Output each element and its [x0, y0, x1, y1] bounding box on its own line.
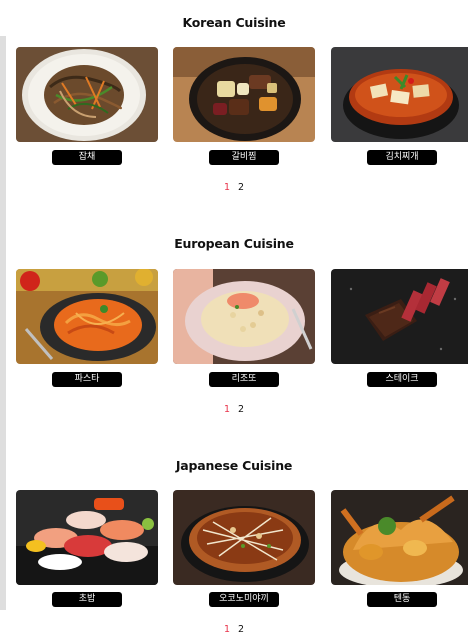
- page-link-1[interactable]: 1: [224, 404, 230, 415]
- left-scroll-edge: [0, 36, 6, 610]
- tendon-photo[interactable]: [331, 490, 468, 585]
- section-title: Korean Cuisine: [182, 15, 286, 30]
- pagination: 12: [0, 182, 468, 193]
- food-label: 오코노미야끼: [209, 592, 279, 607]
- sushi-photo[interactable]: [16, 490, 158, 585]
- page-link-2[interactable]: 2: [238, 182, 244, 193]
- page-link-2[interactable]: 2: [238, 404, 244, 415]
- steak-photo[interactable]: [331, 269, 468, 364]
- food-label: 스테이크: [367, 372, 437, 387]
- food-label: 잡채: [52, 150, 122, 165]
- japchae-photo[interactable]: [16, 47, 158, 142]
- food-label: 리조또: [209, 372, 279, 387]
- pasta-photo[interactable]: [16, 269, 158, 364]
- okonomiyaki-photo[interactable]: [173, 490, 315, 585]
- page-link-2[interactable]: 2: [238, 624, 244, 635]
- food-label: 파스타: [52, 372, 122, 387]
- section-title: Japanese Cuisine: [175, 458, 293, 473]
- food-label: 초밥: [52, 592, 122, 607]
- page-link-1[interactable]: 1: [224, 182, 230, 193]
- page-link-1[interactable]: 1: [224, 624, 230, 635]
- risotto-photo[interactable]: [173, 269, 315, 364]
- pagination: 12: [0, 624, 468, 635]
- pagination: 12: [0, 404, 468, 415]
- food-label: 텐동: [367, 592, 437, 607]
- food-label: 김치찌개: [367, 150, 437, 165]
- kimchi-jjigae-photo[interactable]: [331, 47, 468, 142]
- galbijjim-photo[interactable]: [173, 47, 315, 142]
- food-label: 갈비찜: [209, 150, 279, 165]
- section-title: European Cuisine: [174, 236, 294, 251]
